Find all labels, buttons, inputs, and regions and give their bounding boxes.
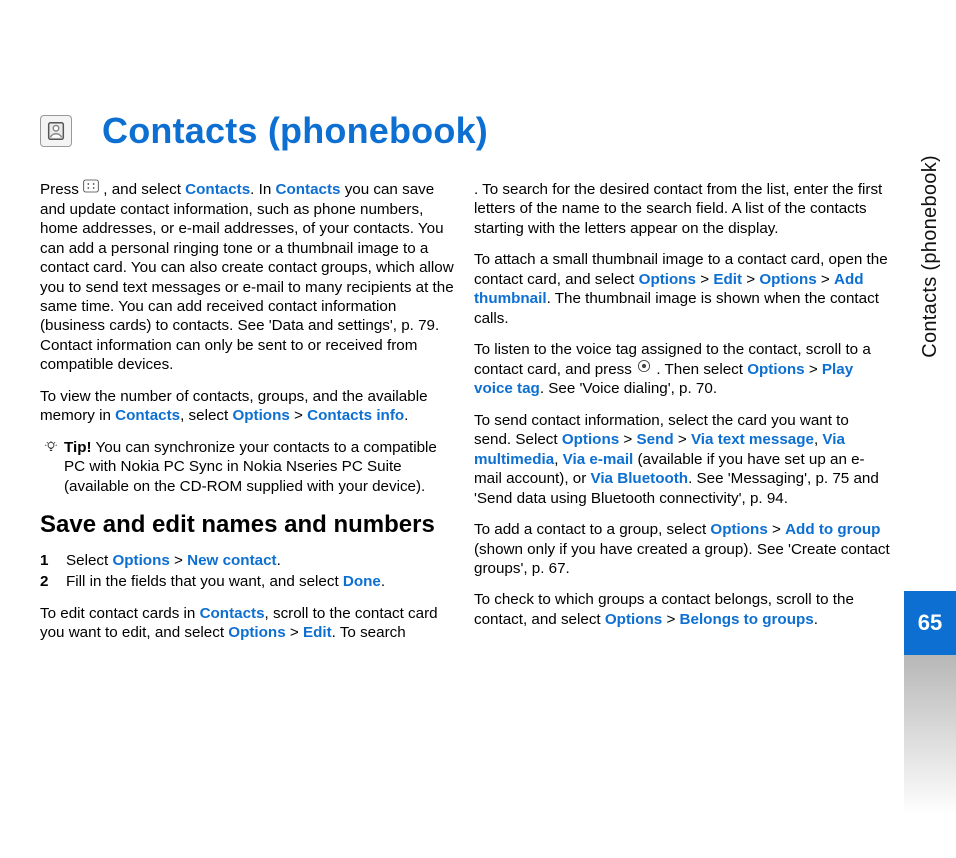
link-options: Options	[747, 361, 804, 378]
left-column: Press , and select Contacts. In Contacts…	[40, 180, 456, 655]
text: , and select	[99, 181, 185, 198]
separator-gt: >	[290, 407, 307, 424]
page-number-badge: 65	[904, 591, 956, 655]
text: To add a contact to a group, select	[474, 521, 710, 538]
link-options: Options	[228, 624, 285, 641]
step-text: Fill in the fields that you want, and se…	[66, 572, 385, 591]
text: Press	[40, 181, 83, 198]
scroll-key-icon	[636, 359, 652, 378]
text: ,	[554, 451, 562, 468]
side-gradient	[904, 655, 956, 815]
link-options: Options	[232, 407, 289, 424]
add-to-group-paragraph: To add a contact to a group, select Opti…	[474, 520, 890, 578]
belongs-to-groups-paragraph: To check to which groups a contact belon…	[474, 590, 890, 629]
link-send: Send	[637, 431, 674, 448]
lightbulb-icon	[44, 440, 58, 459]
text: To edit contact cards in	[40, 605, 200, 622]
link-contacts: Contacts	[200, 605, 265, 622]
link-edit: Edit	[713, 271, 742, 288]
text: . See 'Voice dialing', p. 70.	[540, 380, 717, 397]
text: (shown only if you have created a group)…	[474, 541, 890, 577]
link-options: Options	[562, 431, 619, 448]
send-contact-paragraph: To send contact information, select the …	[474, 411, 890, 508]
separator-gt: >	[619, 431, 636, 448]
text: . Then select	[652, 361, 747, 378]
tip-text: Tip! You can synchronize your contacts t…	[64, 438, 456, 496]
text: , select	[180, 407, 232, 424]
side-section-label: Contacts (phonebook)	[919, 155, 942, 358]
separator-gt: >	[696, 271, 713, 288]
separator-gt: >	[742, 271, 759, 288]
text: .	[814, 611, 818, 628]
link-options: Options	[759, 271, 816, 288]
edit-cards-paragraph-part1: To edit contact cards in Contacts, scrol…	[40, 604, 456, 643]
text: .	[404, 407, 408, 424]
text: .	[381, 573, 385, 590]
link-belongs-to-groups: Belongs to groups	[680, 611, 814, 628]
step-number: 2	[40, 572, 54, 591]
right-column: . To search for the desired contact from…	[474, 180, 890, 655]
step-2: 2 Fill in the fields that you want, and …	[40, 572, 456, 591]
page-number: 65	[918, 610, 942, 636]
link-options: Options	[605, 611, 662, 628]
voice-tag-paragraph: To listen to the voice tag assigned to t…	[474, 340, 890, 399]
section-heading-save-edit: Save and edit names and numbers	[40, 510, 456, 541]
tip-label: Tip!	[64, 439, 92, 456]
heading-row: Contacts (phonebook)	[40, 110, 916, 152]
manual-page: Contacts (phonebook) Press , and select …	[0, 0, 956, 858]
separator-gt: >	[768, 521, 785, 538]
menu-key-icon	[83, 179, 99, 198]
steps-list: 1 Select Options > New contact. 2 Fill i…	[40, 551, 456, 592]
link-via-email: Via e-mail	[563, 451, 634, 468]
content-columns: Press , and select Contacts. In Contacts…	[40, 180, 916, 655]
intro-paragraph: Press , and select Contacts. In Contacts…	[40, 180, 456, 375]
link-contacts: Contacts	[115, 407, 180, 424]
separator-gt: >	[170, 552, 187, 569]
link-via-bluetooth: Via Bluetooth	[590, 470, 688, 487]
text: You can synchronize your contacts to a c…	[64, 439, 437, 495]
link-options: Options	[639, 271, 696, 288]
edit-cards-paragraph-part2: . To search for the desired contact from…	[474, 180, 890, 238]
contacts-app-icon	[40, 115, 72, 147]
separator-gt: >	[805, 361, 822, 378]
separator-gt: >	[286, 624, 303, 641]
link-via-text: Via text message	[691, 431, 814, 448]
link-done: Done	[343, 573, 381, 590]
view-info-paragraph: To view the number of contacts, groups, …	[40, 387, 456, 426]
step-text: Select Options > New contact.	[66, 551, 281, 570]
tip-block: Tip! You can synchronize your contacts t…	[40, 438, 456, 496]
thumbnail-paragraph: To attach a small thumbnail image to a c…	[474, 250, 890, 328]
separator-gt: >	[817, 271, 834, 288]
separator-gt: >	[674, 431, 691, 448]
page-title: Contacts (phonebook)	[102, 110, 488, 152]
link-contacts: Contacts	[185, 181, 250, 198]
step-number: 1	[40, 551, 54, 570]
separator-gt: >	[662, 611, 679, 628]
side-label-wrap: Contacts (phonebook)	[919, 35, 942, 591]
text: you can save and update contact informat…	[40, 181, 454, 373]
link-edit: Edit	[303, 624, 332, 641]
text: . To search for the desired contact from…	[474, 181, 882, 237]
text: .	[277, 552, 281, 569]
link-options: Options	[710, 521, 767, 538]
link-contacts-info: Contacts info	[307, 407, 404, 424]
text: Select	[66, 552, 112, 569]
link-options: Options	[112, 552, 169, 569]
link-add-to-group: Add to group	[785, 521, 880, 538]
link-new-contact: New contact	[187, 552, 276, 569]
step-1: 1 Select Options > New contact.	[40, 551, 456, 570]
text: Fill in the fields that you want, and se…	[66, 573, 343, 590]
text: . To search	[332, 624, 406, 641]
text: . In	[250, 181, 275, 198]
side-tab: Contacts (phonebook) 65	[904, 35, 956, 815]
link-contacts: Contacts	[275, 181, 340, 198]
